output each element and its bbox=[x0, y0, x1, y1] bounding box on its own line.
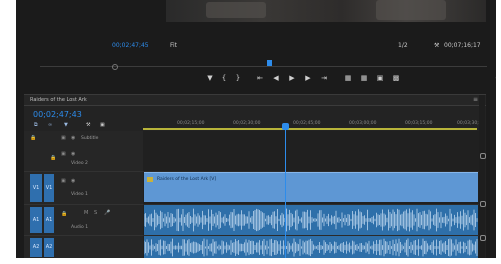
solo-button[interactable]: S bbox=[94, 210, 97, 216]
zoom-handle[interactable] bbox=[480, 153, 486, 159]
program-scrub-bar[interactable] bbox=[32, 56, 487, 76]
preview-figure bbox=[376, 0, 446, 20]
track-label: Video 1 bbox=[71, 192, 88, 197]
program-monitor-bar: 00;02;47;45 Fit 1/2 ⚒ 00;07;16;17 bbox=[16, 38, 496, 54]
go-to-out-icon[interactable]: ⇥ bbox=[318, 74, 330, 82]
premiere-editor-window: 00;02;47;45 Fit 1/2 ⚒ 00;07;16;17 ▼ { } … bbox=[16, 0, 496, 258]
source-patch-a2[interactable]: A2 bbox=[30, 238, 42, 257]
step-back-icon[interactable]: ◀ bbox=[270, 74, 282, 82]
program-monitor-video bbox=[166, 0, 486, 22]
marker-icon[interactable]: ▼ bbox=[204, 74, 216, 82]
button-editor-icon[interactable]: ▩ bbox=[390, 74, 402, 82]
clip-name: Raiders of the Lost Ark [V] bbox=[157, 177, 217, 182]
play-icon[interactable]: ▶ bbox=[286, 74, 298, 82]
transport-controls: ▼ { } ⇤ ◀ ▶ ▶ ⇥ ▦ ▦ ▣ ▩ + bbox=[196, 74, 496, 86]
timeline-panel: Raiders of the Lost Ark ≡ 00;02;47;43 ⧉ … bbox=[24, 94, 486, 258]
eye-icon[interactable]: ◉ bbox=[71, 135, 75, 141]
audio-clip[interactable] bbox=[144, 205, 478, 235]
microphone-icon[interactable]: 🎤 bbox=[104, 210, 110, 216]
extract-icon[interactable]: ▦ bbox=[358, 74, 370, 82]
lock-icon[interactable]: 🔒 bbox=[30, 135, 36, 141]
add-marker-icon[interactable]: ▼ bbox=[64, 122, 68, 128]
go-to-in-icon[interactable]: ⇤ bbox=[254, 74, 266, 82]
ruler-tick: 00;02;30;00 bbox=[233, 121, 261, 126]
zoom-handle[interactable] bbox=[480, 201, 486, 207]
audio-clip[interactable] bbox=[144, 236, 478, 258]
track-header-a2: A2 A2 bbox=[24, 236, 143, 258]
wrench-icon[interactable]: ⚒ bbox=[86, 122, 90, 128]
in-point-icon[interactable]: { bbox=[218, 74, 230, 82]
timeline-timecode[interactable]: 00;02;47;43 bbox=[33, 110, 82, 119]
lock-icon[interactable]: 🔒 bbox=[61, 211, 67, 217]
timeline-playhead[interactable] bbox=[285, 129, 286, 258]
zoom-fit-dropdown[interactable]: Fit bbox=[170, 42, 177, 49]
preview-figure bbox=[206, 2, 266, 18]
source-patch-a1[interactable]: A1 bbox=[30, 207, 42, 233]
track-header-v1: V1 V1 ▣ ◉ Video 1 bbox=[24, 172, 143, 205]
program-timecode[interactable]: 00;02;47;45 bbox=[112, 42, 149, 49]
fx-badge-icon bbox=[147, 177, 153, 182]
toggle-output-icon[interactable]: ▣ bbox=[61, 178, 66, 184]
track-lane-a2[interactable] bbox=[143, 236, 479, 258]
scrub-playhead[interactable] bbox=[267, 60, 272, 66]
eye-icon[interactable]: ◉ bbox=[71, 151, 75, 157]
track-lane-a1[interactable] bbox=[143, 205, 479, 236]
track-lane-v1[interactable]: Raiders of the Lost Ark [V] bbox=[143, 172, 479, 205]
ruler-tick: 00;03;15;00 bbox=[405, 121, 433, 126]
ruler-tick: 00;02;15;00 bbox=[177, 121, 205, 126]
add-icon[interactable]: + bbox=[492, 74, 496, 82]
track-label: Subtitle bbox=[81, 136, 99, 141]
time-ruler[interactable]: 00;02;15;00 00;02;30;00 00;02;45;00 00;0… bbox=[143, 112, 484, 130]
snap-icon[interactable]: ⧉ bbox=[34, 122, 38, 128]
lock-icon[interactable]: 🔒 bbox=[50, 155, 56, 161]
target-a1[interactable]: A1 bbox=[44, 207, 54, 233]
audio-waveform bbox=[144, 208, 478, 232]
linked-selection-icon[interactable]: ∞ bbox=[48, 122, 52, 128]
playback-resolution-dropdown[interactable]: 1/2 bbox=[398, 42, 408, 49]
video-clip[interactable]: Raiders of the Lost Ark [V] bbox=[144, 172, 478, 202]
wrench-icon[interactable]: ⚒ bbox=[434, 42, 439, 49]
target-v1[interactable]: V1 bbox=[44, 174, 54, 202]
vertical-zoom-bar[interactable] bbox=[479, 95, 486, 258]
target-a2[interactable]: A2 bbox=[44, 238, 54, 257]
audio-waveform bbox=[144, 238, 478, 257]
track-header-subtitle: 🔒 ▣ ◉ Subtitle bbox=[24, 131, 143, 146]
scrub-handle[interactable] bbox=[112, 64, 118, 70]
track-label: Audio 1 bbox=[71, 225, 89, 230]
track-label: Video 2 bbox=[71, 161, 88, 166]
toggle-output-icon[interactable]: ▣ bbox=[61, 135, 66, 141]
duration-timecode: 00;07;16;17 bbox=[444, 42, 481, 49]
track-lane-subtitle[interactable] bbox=[143, 131, 479, 146]
timeline-header: Raiders of the Lost Ark ≡ bbox=[24, 95, 486, 106]
ruler-tick: 00;03;00;00 bbox=[349, 121, 377, 126]
sequence-tab[interactable]: Raiders of the Lost Ark bbox=[30, 97, 87, 103]
source-patch-v1[interactable]: V1 bbox=[30, 174, 42, 202]
out-point-icon[interactable]: } bbox=[232, 74, 244, 82]
captions-icon[interactable]: ▣ bbox=[100, 122, 105, 128]
export-frame-icon[interactable]: ▣ bbox=[374, 74, 386, 82]
lift-icon[interactable]: ▦ bbox=[342, 74, 354, 82]
mute-button[interactable]: M bbox=[84, 210, 88, 216]
step-forward-icon[interactable]: ▶ bbox=[302, 74, 314, 82]
screenshot-frame: 00;02;47;45 Fit 1/2 ⚒ 00;07;16;17 ▼ { } … bbox=[0, 0, 501, 264]
track-header-v2: 🔒 ▣ ◉ Video 2 bbox=[24, 145, 143, 172]
toggle-output-icon[interactable]: ▣ bbox=[61, 151, 66, 157]
track-lane-v2[interactable] bbox=[143, 145, 479, 172]
eye-icon[interactable]: ◉ bbox=[71, 178, 75, 184]
track-header-a1: A1 A1 🔒 M S 🎤 Audio 1 bbox=[24, 205, 143, 236]
ruler-tick: 00;02;45;00 bbox=[293, 121, 321, 126]
zoom-handle[interactable] bbox=[480, 235, 486, 241]
panel-menu-icon[interactable]: ≡ bbox=[473, 96, 478, 103]
scrub-track bbox=[40, 66, 487, 67]
